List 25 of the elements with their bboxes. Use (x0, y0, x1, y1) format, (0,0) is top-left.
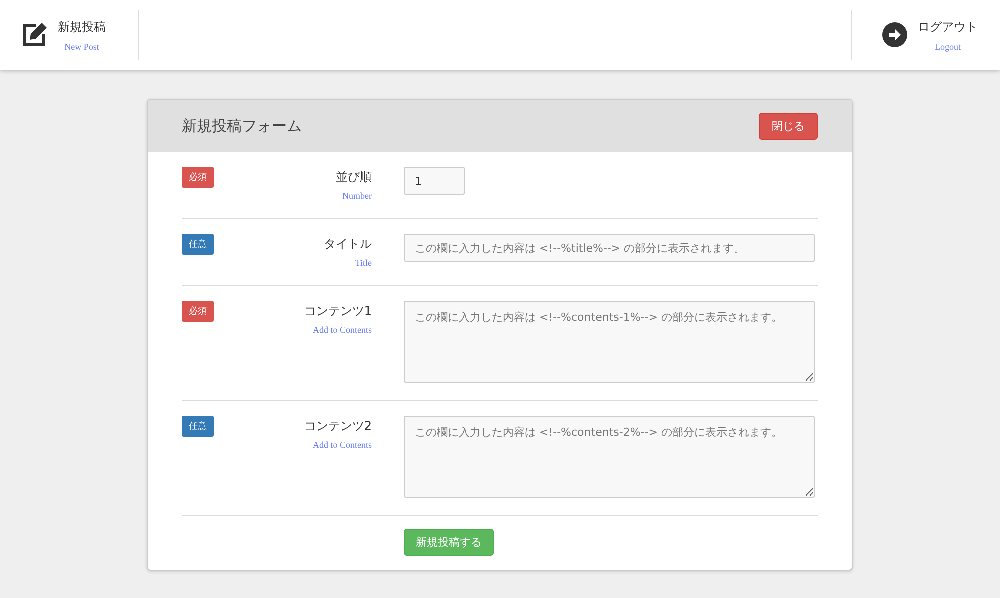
nav-label[interactable]: 新規投稿 (58, 18, 106, 36)
contents-field[interactable]: この欄に入力した内容は <!--%contents-1%--> の部分に表示されます。 (404, 301, 815, 383)
number-field[interactable]: 1 (404, 167, 465, 195)
required-badge: 必須 (182, 167, 214, 188)
form-title: 新規投稿フォーム (182, 116, 302, 136)
field-label: コンテンツ1 (304, 303, 372, 320)
nav-sublabel[interactable]: New Post (64, 42, 100, 52)
field-label: 並び順 (336, 169, 372, 186)
close-button[interactable]: 閉じる (759, 112, 818, 140)
field-sublabel: Add to Contents (312, 325, 372, 335)
arrow-right-icon[interactable] (882, 22, 908, 48)
field-label: タイトル (324, 236, 372, 253)
title-field[interactable]: この欄に入力した内容は <!--%title%--> の部分に表示されます。 (404, 234, 815, 262)
required-badge: 任意 (182, 416, 214, 437)
nav-sublabel[interactable]: Logout (935, 42, 961, 52)
field-label: コンテンツ2 (304, 418, 372, 435)
required-badge: 必須 (182, 301, 214, 322)
nav-label[interactable]: ログアウト (918, 18, 978, 36)
contents-field[interactable]: この欄に入力した内容は <!--%contents-2%--> の部分に表示されます。 (404, 416, 815, 498)
field-sublabel: Add to Contents (312, 440, 372, 450)
edit-icon[interactable] (22, 22, 48, 48)
required-badge: 任意 (182, 234, 214, 255)
submit-button[interactable]: 新規投稿する (404, 529, 494, 556)
field-sublabel: Number (342, 191, 372, 201)
field-sublabel: Title (355, 258, 372, 268)
